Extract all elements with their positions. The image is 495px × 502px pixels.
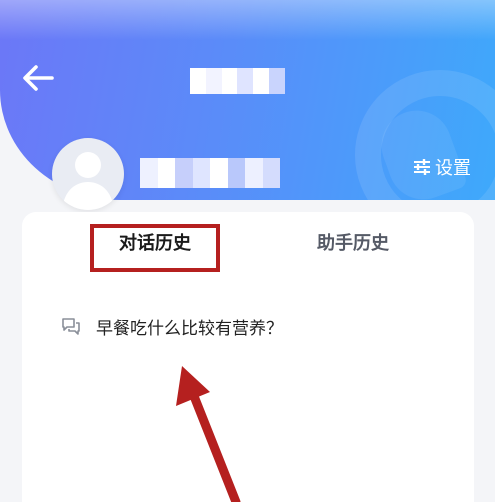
- page-title-redacted: [190, 68, 285, 94]
- sliders-icon: [414, 159, 430, 175]
- user-name-redacted: [140, 158, 280, 188]
- tab-assistant-history-label: 助手历史: [317, 233, 389, 254]
- header-top-fade: [0, 0, 495, 40]
- user-avatar-icon: [62, 152, 114, 210]
- back-arrow-icon: [23, 65, 54, 91]
- tab-chat-history[interactable]: 对话历史: [90, 212, 220, 272]
- tab-assistant-history[interactable]: 助手历史: [288, 212, 418, 272]
- settings-label: 设置: [435, 158, 471, 179]
- avatar[interactable]: [52, 138, 124, 210]
- history-list-item[interactable]: 早餐吃什么比较有营养？: [60, 312, 283, 340]
- history-card: 对话历史 助手历史: [22, 212, 474, 502]
- back-button[interactable]: [18, 58, 58, 98]
- screen: 设置 对话历史 助手历史 早餐吃什么比较有营养？: [0, 0, 495, 502]
- settings-button[interactable]: 设置: [412, 154, 471, 180]
- history-item-text: 早餐吃什么比较有营养？: [96, 318, 283, 339]
- tab-chat-history-label: 对话历史: [119, 233, 191, 254]
- chat-bubble-icon: [62, 318, 80, 335]
